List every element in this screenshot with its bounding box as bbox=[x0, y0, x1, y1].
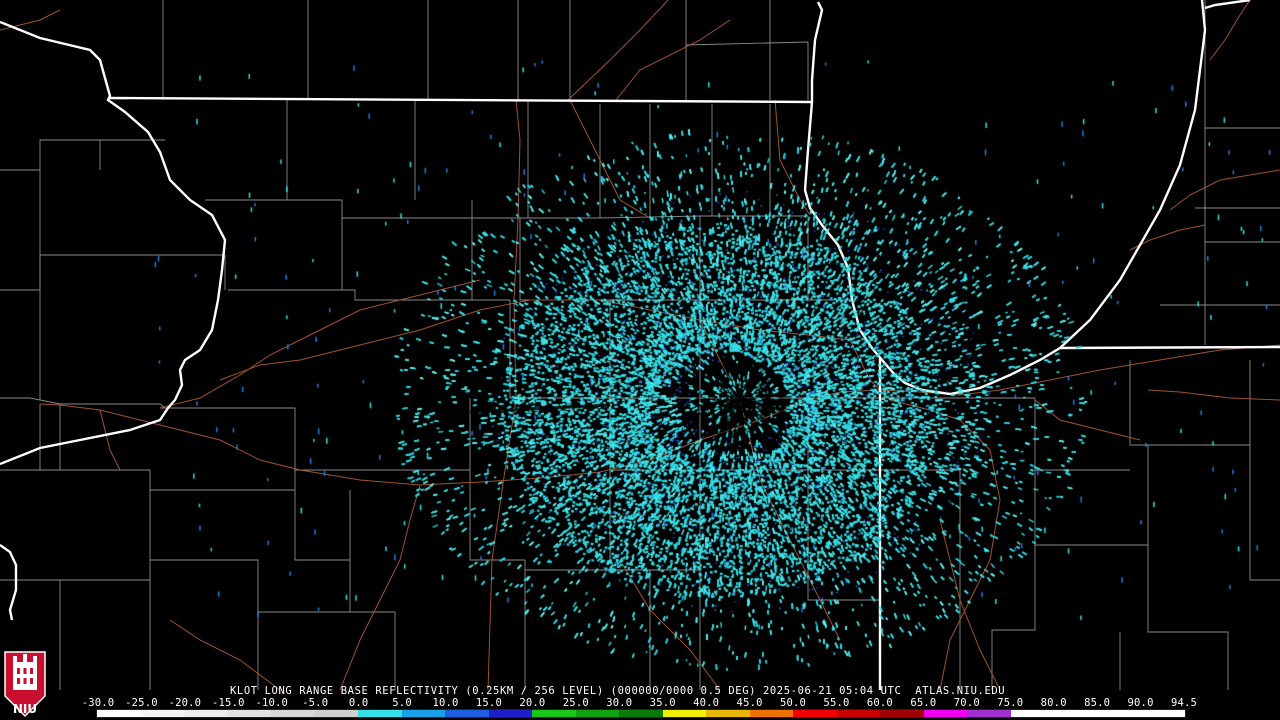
scale-label: 10.0 bbox=[432, 697, 459, 709]
scale-label: 65.0 bbox=[910, 697, 937, 709]
scale-label: 20.0 bbox=[519, 697, 546, 709]
scale-label: -5.0 bbox=[302, 697, 329, 709]
scale-segment bbox=[1054, 710, 1098, 717]
scale-label: 15.0 bbox=[475, 697, 502, 709]
scale-label: 30.0 bbox=[606, 697, 633, 709]
scale-segment bbox=[1097, 710, 1142, 717]
scale-segment bbox=[749, 710, 794, 717]
scale-segment bbox=[97, 710, 141, 717]
scale-label: 60.0 bbox=[866, 697, 893, 709]
color-scale-labels: -30.0 -25.0 -20.0 -15.0 -10.0 -5.0 0.0 5.0 10.0 1… bbox=[82, 697, 1198, 709]
scale-label: 80.0 bbox=[1040, 697, 1067, 709]
scale-label: 85.0 bbox=[1084, 697, 1111, 709]
scale-segment bbox=[836, 710, 881, 717]
scale-segment bbox=[314, 710, 359, 717]
scale-segment bbox=[706, 710, 750, 717]
scale-label: 75.0 bbox=[997, 697, 1024, 709]
scale-label: -30.0 bbox=[81, 697, 115, 709]
scale-segment bbox=[967, 710, 1011, 717]
scale-segment bbox=[1141, 710, 1185, 717]
scale-segment bbox=[445, 710, 489, 717]
scale-segment bbox=[532, 710, 576, 717]
scale-segment bbox=[227, 710, 272, 717]
scale-segment bbox=[662, 710, 707, 717]
scale-segment bbox=[358, 710, 402, 717]
scale-label: 50.0 bbox=[779, 697, 807, 709]
radar-map-view: KLOT LONG RANGE BASE REFLECTIVITY (0.25K… bbox=[0, 0, 1280, 720]
scale-segment bbox=[401, 710, 446, 717]
scale-segment bbox=[923, 710, 968, 717]
scale-segment bbox=[619, 710, 663, 717]
scale-segment bbox=[880, 710, 924, 717]
scale-label: 94.5 bbox=[1170, 697, 1198, 709]
scale-label: 35.0 bbox=[649, 697, 676, 709]
product-caption: KLOT LONG RANGE BASE REFLECTIVITY (0.25K… bbox=[230, 685, 1006, 697]
scale-label: -25.0 bbox=[125, 697, 158, 709]
scale-label: 90.0 bbox=[1127, 697, 1154, 709]
scale-segment bbox=[488, 710, 533, 717]
scale-label: 0.0 bbox=[348, 697, 369, 709]
scale-label: 40.0 bbox=[693, 697, 720, 709]
scale-segment bbox=[793, 710, 837, 717]
scale-label: -20.0 bbox=[168, 697, 202, 709]
scale-label: 45.0 bbox=[736, 697, 763, 709]
color-scale-bar bbox=[96, 709, 1186, 718]
scale-segment bbox=[271, 710, 315, 717]
scale-label: 5.0 bbox=[392, 697, 412, 709]
logo-text: NIU bbox=[12, 702, 38, 716]
scale-segment bbox=[1010, 710, 1055, 717]
reflectivity-layer bbox=[0, 0, 1280, 720]
scale-label: 55.0 bbox=[823, 697, 850, 709]
scale-label: 70.0 bbox=[953, 697, 980, 709]
niu-logo: NIU bbox=[3, 646, 47, 718]
scale-segment bbox=[575, 710, 620, 717]
scale-segment bbox=[140, 710, 185, 717]
scale-label: 25.0 bbox=[562, 697, 589, 709]
scale-segment bbox=[184, 710, 228, 717]
scale-label: -15.0 bbox=[212, 697, 245, 709]
scale-label: -10.0 bbox=[255, 697, 289, 709]
